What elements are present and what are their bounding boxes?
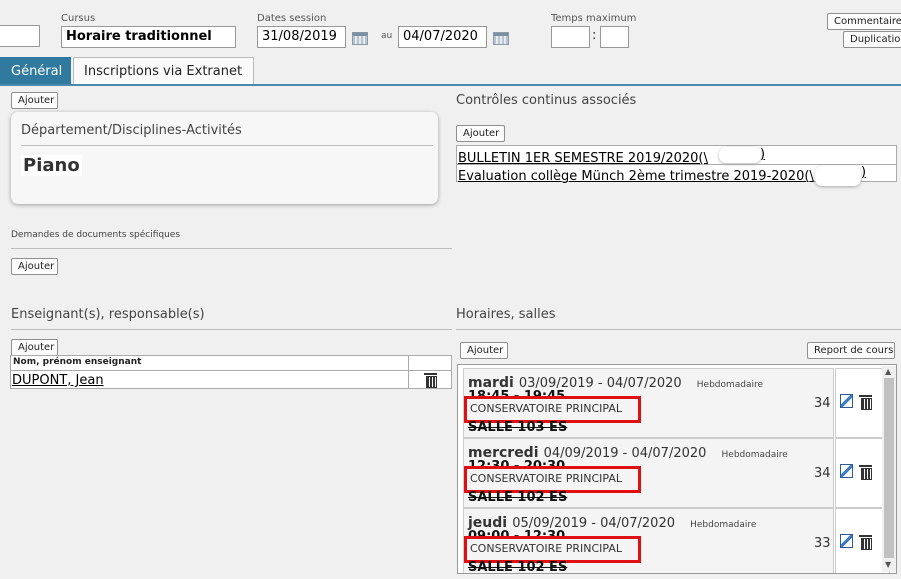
documents-divider — [11, 248, 452, 249]
trash-icon[interactable] — [859, 465, 872, 480]
schedule-room: SALLE 103 ES — [468, 420, 568, 435]
dates-session-label: Dates session — [257, 13, 327, 24]
control-suffix: ) — [760, 147, 766, 162]
schedule-location: CONSERVATOIRE PRINCIPAL — [464, 396, 641, 423]
temps-separator: : — [592, 28, 597, 43]
department-value: Piano — [21, 155, 82, 176]
previous-field[interactable] — [0, 25, 40, 47]
session-count: 34 — [814, 466, 831, 481]
session-count: 33 — [814, 536, 831, 551]
tab-general[interactable]: Général — [0, 57, 71, 85]
department-divider — [21, 145, 433, 146]
schedule-frequency: Hebdomadaire — [721, 450, 788, 460]
date-start-field[interactable]: 31/08/2019 — [257, 26, 346, 48]
schedule-dates: 04/09/2019 - 04/07/2020 — [543, 446, 707, 461]
commentaires-button[interactable]: Commentaires — [827, 13, 901, 30]
cursus-field[interactable]: Horaire traditionnel — [61, 26, 236, 48]
redacted-mask — [719, 147, 761, 163]
controls-table: BULLETIN 1ER SEMESTRE 2019/2020(\ ) Eval… — [456, 145, 897, 186]
controls-row-2: Evaluation collège Münch 2ème trimestre … — [458, 165, 814, 184]
schedule-item[interactable]: jeudi 05/09/2019 - 04/07/2020 Hebdomadai… — [463, 508, 834, 574]
add-schedule-button[interactable]: Ajouter — [460, 342, 508, 359]
trash-icon[interactable] — [424, 373, 437, 388]
tab-underline — [0, 84, 901, 86]
schedule-room: SALLE 102 ES — [468, 560, 568, 574]
date-end-field[interactable]: 04/07/2020 — [398, 26, 487, 48]
temps-hours-field[interactable] — [551, 26, 590, 48]
calendar-icon[interactable] — [493, 32, 509, 45]
tab-inscriptions-extranet[interactable]: Inscriptions via Extranet — [73, 57, 254, 85]
teacher-link[interactable]: DUPONT, Jean — [12, 373, 104, 388]
teachers-divider — [11, 329, 452, 330]
session-count: 34 — [814, 396, 831, 411]
department-card: Département/Disciplines-Activités Piano — [11, 112, 438, 204]
duplication-button[interactable]: Duplication — [843, 31, 901, 48]
edit-icon[interactable] — [840, 464, 853, 478]
scroll-thumb[interactable] — [884, 378, 894, 558]
temps-minutes-field[interactable] — [600, 26, 629, 48]
schedule-item[interactable]: mardi 03/09/2019 - 04/07/2020 Hebdomadai… — [463, 368, 834, 438]
discipline-name[interactable]: Piano — [23, 155, 80, 176]
schedule-location: CONSERVATOIRE PRINCIPAL — [464, 466, 641, 493]
schedule-room: SALLE 102 ES — [468, 490, 568, 505]
trash-icon[interactable] — [859, 535, 872, 550]
add-teacher-button[interactable]: Ajouter — [11, 339, 58, 356]
schedule-location: CONSERVATOIRE PRINCIPAL — [464, 536, 641, 563]
scroll-up-icon[interactable]: ▲ — [885, 368, 891, 376]
schedule-scrollbar[interactable]: ▲ ▼ — [882, 366, 896, 572]
schedule-frequency: Hebdomadaire — [696, 380, 764, 390]
temps-maximum-label: Temps maximum — [551, 13, 637, 24]
documents-title: Demandes de documents spécifiques — [11, 230, 181, 240]
control-link[interactable]: Evaluation collège Münch 2ème trimestre … — [458, 169, 814, 184]
schedule-list[interactable]: mardi 03/09/2019 - 04/07/2020 Hebdomadai… — [457, 364, 897, 574]
cursus-label: Cursus — [61, 13, 96, 24]
add-document-button[interactable]: Ajouter — [11, 258, 58, 275]
teachers-column-header: Nom, prénom enseignant — [13, 357, 142, 367]
schedule-item[interactable]: mercredi 04/09/2019 - 04/07/2020 Hebdoma… — [463, 438, 834, 508]
schedule-frequency: Hebdomadaire — [690, 520, 757, 530]
teachers-title: Enseignant(s), responsable(s) — [11, 307, 205, 322]
controls-title: Contrôles continus associés — [456, 93, 637, 108]
redacted-mask — [815, 166, 861, 186]
trash-icon[interactable] — [859, 395, 872, 410]
scroll-down-icon[interactable]: ▼ — [885, 561, 891, 569]
control-suffix: ) — [861, 165, 867, 180]
add-control-button[interactable]: Ajouter — [456, 125, 505, 142]
report-cours-button[interactable]: Report de cours — [807, 342, 895, 359]
schedule-title: Horaires, salles — [456, 307, 556, 322]
teachers-table: Nom, prénom enseignant DUPONT, Jean — [10, 355, 452, 389]
add-department-button[interactable]: Ajouter — [11, 92, 58, 109]
column-separator — [408, 356, 409, 388]
schedule-divider — [456, 329, 901, 330]
header-separator — [11, 370, 451, 371]
edit-icon[interactable] — [840, 534, 853, 548]
department-title: Département/Disciplines-Activités — [21, 123, 242, 138]
edit-icon[interactable] — [840, 394, 853, 408]
calendar-icon[interactable] — [352, 32, 368, 45]
date-separator: au — [381, 31, 393, 41]
